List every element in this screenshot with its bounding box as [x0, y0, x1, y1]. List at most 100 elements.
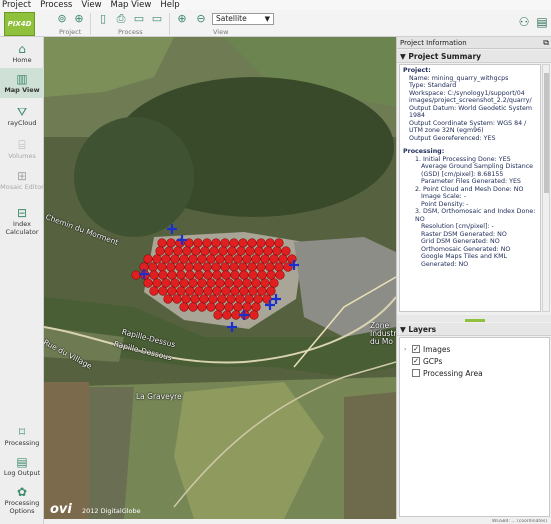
scrollbar-thumb[interactable] [544, 73, 549, 193]
image-position-marker[interactable] [274, 238, 284, 248]
image-position-marker[interactable] [248, 286, 258, 296]
image-position-marker[interactable] [202, 262, 212, 272]
image-position-marker[interactable] [194, 286, 204, 296]
image-position-marker[interactable] [215, 302, 225, 312]
image-position-marker[interactable] [206, 254, 216, 264]
image-position-marker[interactable] [158, 270, 168, 280]
menu-project[interactable]: Project [2, 0, 31, 10]
image-position-marker[interactable] [176, 286, 186, 296]
sidebar-item-raycloud[interactable]: ⛛ rayCloud [0, 105, 44, 127]
image-position-marker[interactable] [172, 294, 182, 304]
image-position-marker[interactable] [175, 262, 185, 272]
image-position-marker[interactable] [164, 246, 174, 256]
image-position-marker[interactable] [251, 302, 261, 312]
satellite-map[interactable]: Chemin du Morment Rue du Village Rapille… [44, 37, 396, 519]
layer-checkbox[interactable]: ✓ [412, 357, 420, 365]
float-panel-icon[interactable]: ⧉ [543, 37, 549, 49]
image-position-marker[interactable] [245, 246, 255, 256]
image-position-marker[interactable] [221, 270, 231, 280]
help-document-icon[interactable]: ▤ [535, 15, 549, 31]
image-position-marker[interactable] [257, 286, 267, 296]
image-position-marker[interactable] [152, 254, 162, 264]
image-position-marker[interactable] [179, 254, 189, 264]
image-position-marker[interactable] [272, 246, 282, 256]
image-position-marker[interactable] [167, 286, 177, 296]
image-position-marker[interactable] [170, 278, 180, 288]
image-position-marker[interactable] [233, 278, 243, 288]
image-position-marker[interactable] [263, 246, 273, 256]
image-position-marker[interactable] [238, 262, 248, 272]
sidebar-item-processing-options[interactable]: ✿ Processing Options [0, 485, 44, 515]
image-position-marker[interactable] [269, 254, 279, 264]
image-position-marker[interactable] [194, 270, 204, 280]
image-position-marker[interactable] [244, 294, 254, 304]
image-position-marker[interactable] [179, 278, 189, 288]
image-position-marker[interactable] [166, 238, 176, 248]
image-position-marker[interactable] [199, 294, 209, 304]
image-position-marker[interactable] [211, 262, 221, 272]
gcp-manager-icon[interactable]: ⊕ [72, 12, 86, 26]
image-position-marker[interactable] [236, 246, 246, 256]
image-position-marker[interactable] [173, 246, 183, 256]
image-position-marker[interactable] [215, 254, 225, 264]
expand-icon[interactable]: › [404, 346, 412, 353]
layers-header[interactable]: ▼ Layers [397, 323, 551, 336]
image-position-marker[interactable] [281, 246, 291, 256]
image-position-marker[interactable] [203, 270, 213, 280]
image-position-marker[interactable] [269, 278, 279, 288]
image-position-marker[interactable] [188, 278, 198, 288]
image-position-marker[interactable] [239, 270, 249, 280]
image-position-marker[interactable] [149, 286, 159, 296]
image-position-marker[interactable] [278, 254, 288, 264]
image-position-marker[interactable] [266, 286, 276, 296]
project-summary-header[interactable]: ▼ Project Summary [397, 50, 551, 63]
image-position-marker[interactable] [233, 254, 243, 264]
image-position-marker[interactable] [197, 302, 207, 312]
sidebar-item-log-output[interactable]: ▤ Log Output [0, 455, 44, 477]
image-position-marker[interactable] [230, 270, 240, 280]
image-position-marker[interactable] [224, 254, 234, 264]
image-position-marker[interactable] [265, 262, 275, 272]
image-position-marker[interactable] [208, 294, 218, 304]
image-position-marker[interactable] [254, 246, 264, 256]
image-position-marker[interactable] [182, 246, 192, 256]
image-position-marker[interactable] [242, 278, 252, 288]
image-position-marker[interactable] [217, 294, 227, 304]
image-position-marker[interactable] [148, 262, 158, 272]
image-position-marker[interactable] [266, 270, 276, 280]
image-position-marker[interactable] [143, 278, 153, 288]
image-position-marker[interactable] [161, 278, 171, 288]
image-position-marker[interactable] [274, 262, 284, 272]
splitter-handle[interactable] [464, 319, 485, 322]
basemap-select[interactable]: Satellite ▼ [212, 13, 274, 25]
print-icon[interactable]: ⎙ [114, 12, 128, 26]
image-position-marker[interactable] [238, 238, 248, 248]
image-position-marker[interactable] [149, 270, 159, 280]
image-position-marker[interactable] [185, 270, 195, 280]
image-position-marker[interactable] [229, 262, 239, 272]
image-position-marker[interactable] [224, 278, 234, 288]
image-position-marker[interactable] [163, 294, 173, 304]
image-position-marker[interactable] [143, 254, 153, 264]
image-position-marker[interactable] [185, 286, 195, 296]
image-position-marker[interactable] [181, 294, 191, 304]
image-position-marker[interactable] [213, 310, 223, 320]
edit-icon[interactable]: ▭ [132, 12, 146, 26]
image-position-marker[interactable] [193, 238, 203, 248]
sidebar-item-mosaic-editor[interactable]: ⊞ Mosaic Editor [0, 169, 44, 191]
image-position-marker[interactable] [235, 294, 245, 304]
image-position-marker[interactable] [158, 286, 168, 296]
image-position-marker[interactable] [247, 238, 257, 248]
new-project-icon[interactable]: ⊚ [55, 12, 69, 26]
layer-checkbox[interactable] [412, 369, 420, 377]
image-position-marker[interactable] [211, 238, 221, 248]
zoom-in-icon[interactable]: ⊕ [175, 12, 189, 26]
panel-splitter[interactable] [397, 315, 551, 322]
image-position-marker[interactable] [167, 270, 177, 280]
report-icon[interactable]: ▯ [96, 12, 110, 26]
image-position-marker[interactable] [191, 246, 201, 256]
image-position-marker[interactable] [253, 294, 263, 304]
image-position-marker[interactable] [209, 246, 219, 256]
image-position-marker[interactable] [197, 278, 207, 288]
user-account-icon[interactable]: ⚇ [517, 15, 531, 31]
